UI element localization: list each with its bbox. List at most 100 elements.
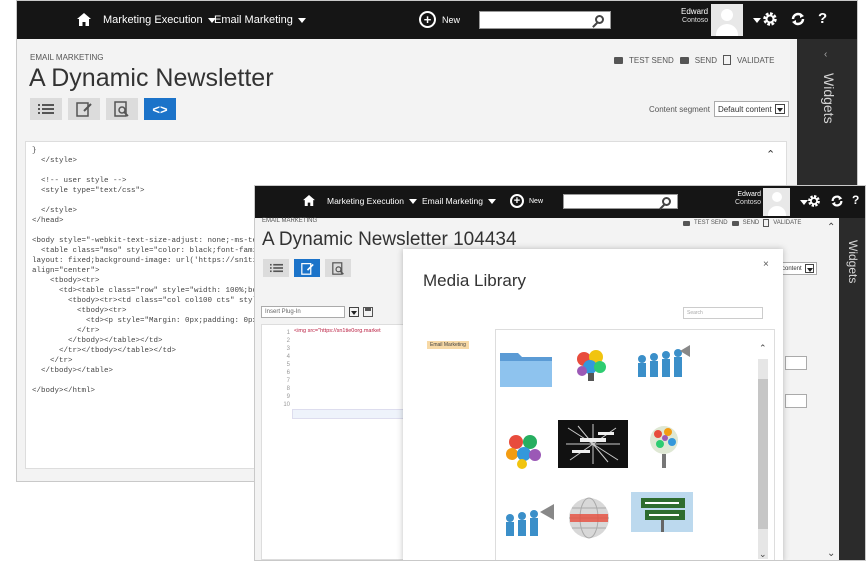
- validate-icon: [763, 219, 770, 227]
- search-icon[interactable]: [595, 15, 604, 24]
- media-search-input[interactable]: Search: [683, 307, 763, 319]
- team-megaphone-image[interactable]: [634, 345, 692, 381]
- colorful-people-puzzle-image[interactable]: [570, 345, 614, 383]
- action-bar: TEST SEND SEND VALIDATE: [614, 55, 774, 65]
- preview-icon[interactable]: [106, 98, 138, 120]
- refresh-icon[interactable]: [790, 11, 806, 27]
- breadcrumb: EMAIL MARKETING: [30, 53, 104, 62]
- avatar[interactable]: [711, 4, 743, 36]
- content-segment-select[interactable]: content: [779, 262, 817, 275]
- puzzle-people-image[interactable]: [502, 428, 546, 472]
- html-view-icon[interactable]: <>: [144, 98, 176, 120]
- colorful-tree-head-image[interactable]: [644, 422, 684, 470]
- preview-icon[interactable]: [325, 259, 351, 277]
- line-numbers: 1 2 3 4 5 6 7 8 9 10: [264, 329, 290, 409]
- scrollbar-thumb[interactable]: [758, 379, 768, 529]
- mail-icon: [614, 56, 623, 64]
- code-line[interactable]: <img src="https://sn1tie0org.market: [294, 328, 381, 334]
- scroll-up-arrow[interactable]: ⌃: [766, 148, 775, 161]
- html-code-editor[interactable]: 1 2 3 4 5 6 7 8 9 10 <img src="https://sn1tie0org…: [261, 324, 407, 560]
- save-icon[interactable]: [363, 307, 373, 317]
- chevron-down-icon: [297, 18, 306, 23]
- widgets-label: Widgets: [846, 240, 860, 284]
- test-send-button[interactable]: TEST SEND: [694, 220, 728, 226]
- chevron-down-icon[interactable]: ⌄: [827, 548, 835, 559]
- nav-menu-email-marketing[interactable]: Email Marketing: [214, 14, 306, 26]
- widgets-label: Widgets: [821, 73, 837, 124]
- chevron-down-icon: [804, 264, 814, 273]
- send-button[interactable]: SEND: [743, 220, 760, 226]
- widgets-panel[interactable]: ⌃ Widgets ⌄: [827, 218, 865, 560]
- validate-icon: [722, 55, 731, 65]
- editor-view-toolbar: [263, 259, 351, 277]
- page-title: A Dynamic Newsletter 104434: [262, 229, 517, 250]
- side-input[interactable]: [785, 356, 807, 370]
- home-icon[interactable]: [303, 195, 315, 206]
- avatar[interactable]: [763, 188, 790, 216]
- mail-icon: [731, 220, 739, 226]
- new-button[interactable]: + New: [419, 11, 460, 28]
- chevron-down-icon[interactable]: [349, 307, 359, 317]
- validate-button[interactable]: VALIDATE: [737, 56, 775, 65]
- breadcrumb: EMAIL MARKETING: [262, 218, 318, 224]
- search-input[interactable]: [563, 194, 678, 209]
- marketing-strategy-sign-image[interactable]: [631, 492, 693, 532]
- line-number: 8: [286, 386, 290, 392]
- gear-icon[interactable]: [807, 194, 821, 208]
- insert-plugin-select[interactable]: Insert Plug-In: [261, 306, 345, 318]
- insert-plugin-bar: Insert Plug-In: [261, 306, 373, 318]
- chevron-down-icon: [409, 199, 418, 204]
- app-logo[interactable]: [19, 5, 49, 35]
- line-number: 2: [286, 338, 290, 344]
- chevron-down-icon: [487, 199, 496, 204]
- team-megaphone-image-2[interactable]: [502, 502, 556, 538]
- code-line[interactable]: [32, 166, 780, 176]
- marketing-globe-image[interactable]: [566, 495, 612, 541]
- user-name[interactable]: Edward Contoso: [681, 7, 708, 24]
- refresh-icon[interactable]: [830, 194, 844, 208]
- media-library-dialog: Media Library × Search Email Marketing ⌃…: [403, 249, 783, 560]
- chevron-left-icon[interactable]: ‹: [824, 49, 827, 60]
- home-icon[interactable]: [77, 13, 91, 26]
- chevron-up-icon[interactable]: ⌃: [827, 222, 835, 233]
- send-button[interactable]: SEND: [695, 56, 717, 65]
- line-number: 10: [283, 402, 290, 408]
- scrollbar[interactable]: [758, 359, 768, 559]
- search-input[interactable]: [479, 11, 611, 29]
- side-input[interactable]: [785, 394, 807, 408]
- list-view-icon[interactable]: [263, 259, 289, 277]
- help-button[interactable]: ?: [818, 10, 827, 27]
- app-logo[interactable]: [259, 189, 283, 215]
- code-line[interactable]: }: [32, 146, 780, 156]
- content-segment-select[interactable]: Default content: [713, 101, 789, 117]
- top-nav-bar: Marketing Execution Email Marketing + Ne…: [255, 186, 865, 218]
- close-icon[interactable]: ×: [763, 259, 769, 270]
- line-number: 9: [286, 394, 290, 400]
- design-edit-icon[interactable]: [68, 98, 100, 120]
- new-button[interactable]: + New: [510, 194, 543, 208]
- list-view-icon[interactable]: [30, 98, 62, 120]
- folder-email-marketing[interactable]: Email Marketing: [427, 341, 469, 349]
- plus-circle-icon: +: [419, 11, 436, 28]
- scroll-down-arrow[interactable]: ⌄: [759, 549, 767, 560]
- gear-icon[interactable]: [762, 11, 778, 27]
- nav-menu-marketing-execution[interactable]: Marketing Execution: [103, 14, 216, 26]
- nav-menu-marketing-execution[interactable]: Marketing Execution: [327, 196, 418, 206]
- content-segment: Content segment Default content: [649, 101, 789, 117]
- code-line[interactable]: </style>: [32, 156, 780, 166]
- help-button[interactable]: ?: [852, 193, 859, 207]
- design-edit-icon[interactable]: [294, 259, 320, 277]
- scroll-up-arrow[interactable]: ⌃: [759, 343, 767, 354]
- test-send-button[interactable]: TEST SEND: [629, 56, 674, 65]
- content-segment-label: Content segment: [649, 104, 710, 114]
- marketing-word-cloud-image[interactable]: [558, 420, 628, 468]
- user-name[interactable]: Edward Contoso: [735, 191, 761, 206]
- line-number: 4: [286, 354, 290, 360]
- nav-menu-email-marketing[interactable]: Email Marketing: [422, 196, 496, 206]
- validate-button[interactable]: VALIDATE: [773, 220, 801, 226]
- chevron-down-icon[interactable]: [748, 17, 761, 23]
- search-icon[interactable]: [662, 197, 671, 206]
- line-number: 7: [286, 378, 290, 384]
- content-segment: content: [779, 262, 817, 275]
- folder-icon[interactable]: [498, 345, 554, 389]
